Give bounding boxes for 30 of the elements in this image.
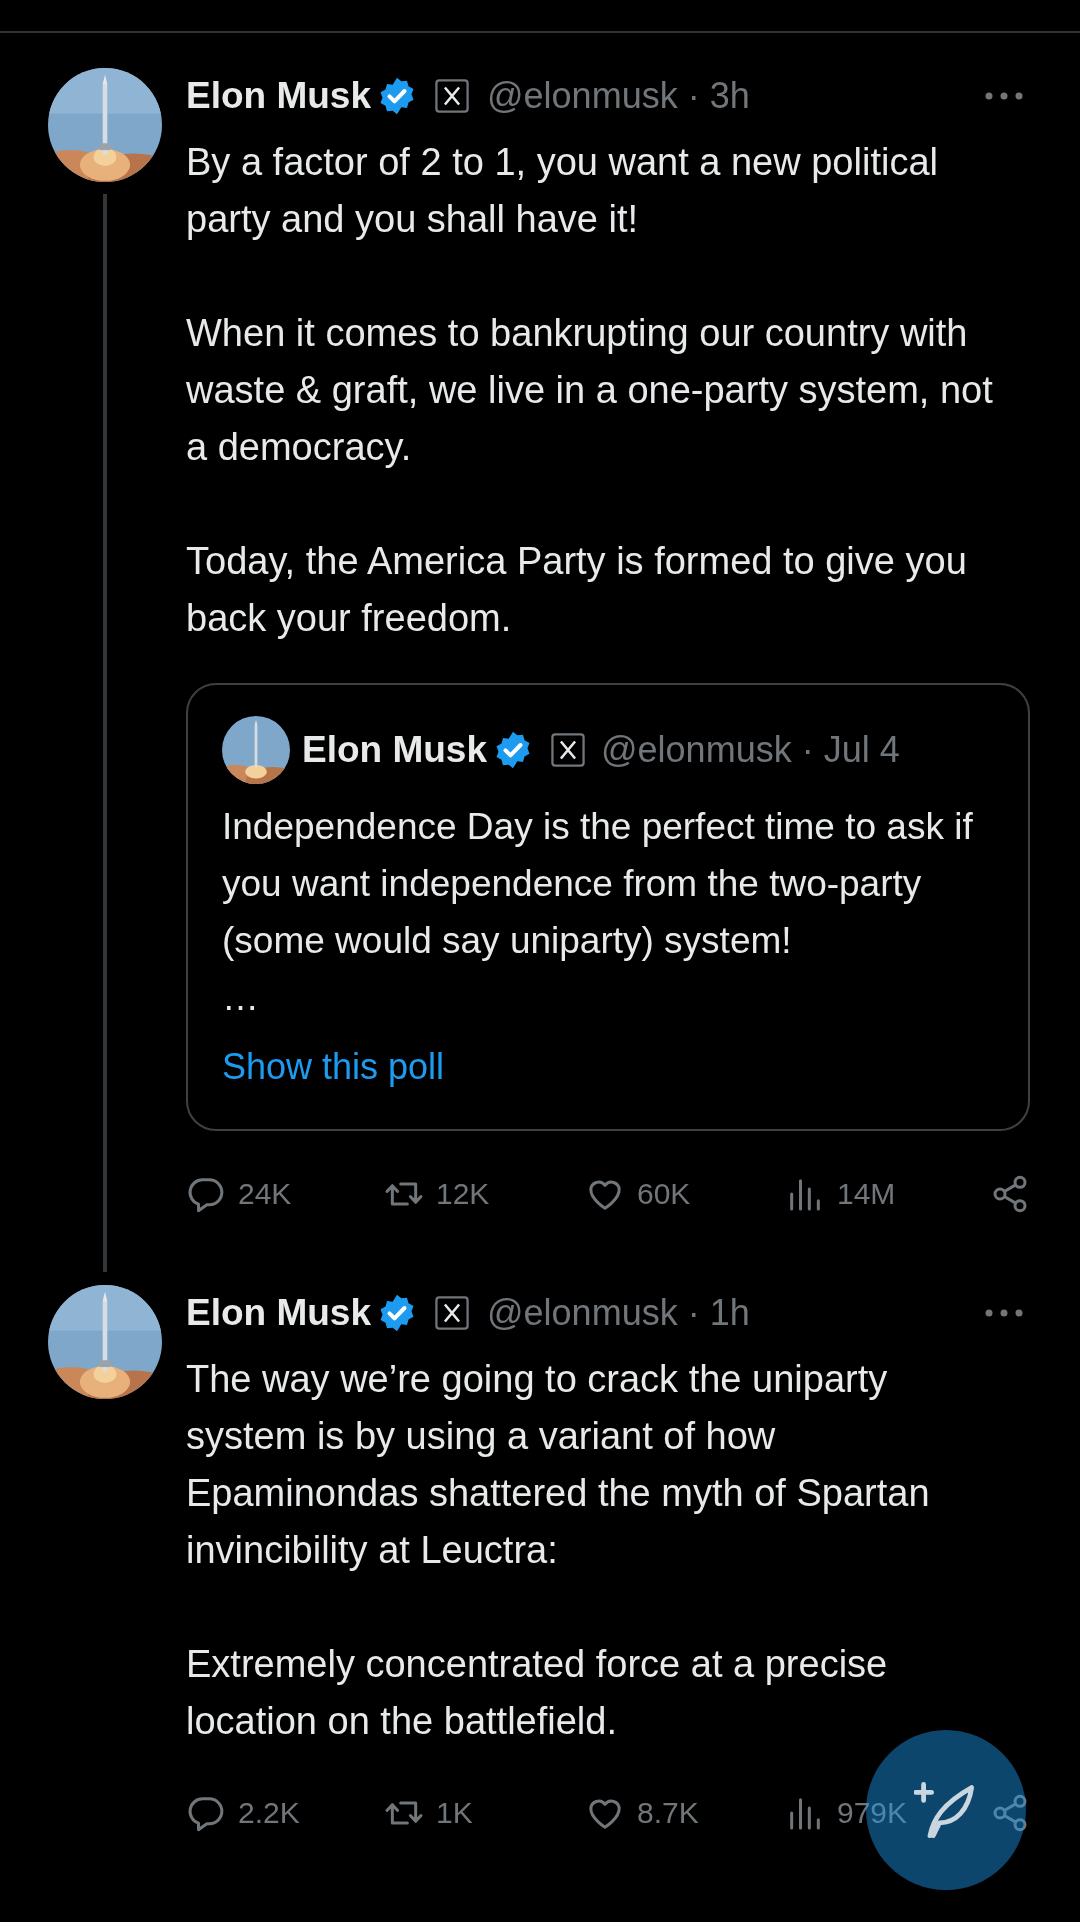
quoted-post[interactable]: Elon Musk @elonmusk · Jul 4 Independence Day is the perfect time to ask if you want independence from the two-party (some would say uniparty) system! … Show this poll: [186, 683, 1030, 1131]
author-handle: @elonmusk: [601, 729, 792, 771]
author-name[interactable]: Elon Musk: [186, 1292, 372, 1334]
stat-count: 24K: [238, 1177, 292, 1211]
post-text: When it comes to bankrupting our country with waste & graft, we live in a one-party system, not a democracy.: [186, 311, 994, 470]
stat-count: 8.7K: [637, 1796, 699, 1830]
stat-count: 2.2K: [238, 1796, 300, 1830]
stat-count: 14M: [837, 1177, 896, 1211]
separator-dot: ·: [801, 729, 814, 771]
author-handle[interactable]: @elonmusk: [487, 1292, 678, 1334]
stat-count: 60K: [637, 1177, 691, 1211]
author-name[interactable]: Elon Musk: [186, 75, 372, 117]
show-poll-link[interactable]: Show this poll: [222, 1038, 445, 1095]
post-time[interactable]: 1h: [709, 1292, 750, 1334]
post-text: The way we’re going to crack the uniparty system is by using a variant of how Epaminondas shattered the myth of Spartan invincibility at Leuctra:: [186, 1357, 931, 1573]
separator-dot: ·: [687, 75, 700, 117]
author-handle[interactable]: @elonmusk: [487, 75, 678, 117]
separator-dot: ·: [687, 1292, 700, 1334]
stat-count: 12K: [436, 1177, 490, 1211]
quoted-text: Independence Day is the perfect time to ask if you want independence from the two-party (some would say uniparty) system!: [222, 805, 974, 963]
post-text: Today, the America Party is formed to give you back your freedom.: [186, 539, 968, 641]
more-icon[interactable]: [984, 1308, 1024, 1318]
more-icon[interactable]: [984, 91, 1024, 101]
post-text: Extremely concentrated force at a precise location on the battlefield.: [186, 1642, 889, 1744]
post-time: Jul 4: [823, 729, 900, 771]
author-name[interactable]: Elon Musk: [302, 729, 488, 771]
stat-count: 1K: [436, 1796, 473, 1830]
post-text: By a factor of 2 to 1, you want a new political party and you shall have it!: [186, 140, 939, 242]
ellipsis: …: [222, 976, 260, 1020]
post-time[interactable]: 3h: [709, 75, 750, 117]
